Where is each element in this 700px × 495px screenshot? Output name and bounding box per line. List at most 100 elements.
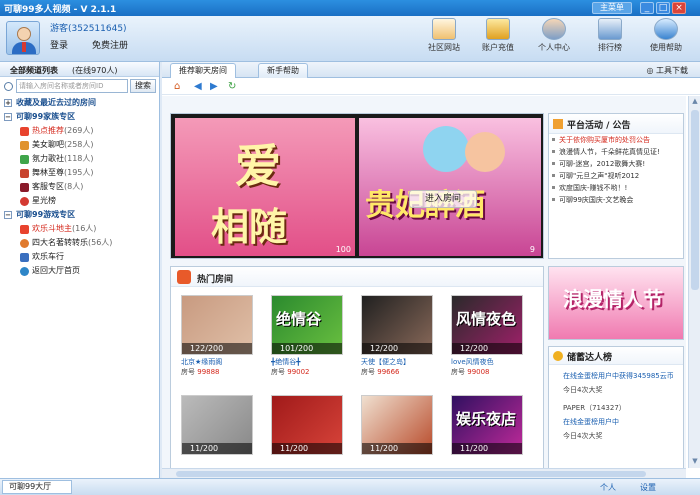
room-name[interactable]: love风情夜色 xyxy=(451,357,527,367)
channel-item[interactable]: 美女聊吧(258人) xyxy=(0,138,160,152)
recharge-button[interactable]: 账户充值 xyxy=(474,18,522,60)
refresh-icon[interactable]: ↻ xyxy=(228,81,236,92)
back-icon[interactable]: ◀ xyxy=(194,81,202,92)
room-thumbnail[interactable]: 11/200 xyxy=(271,395,343,455)
room-thumbnail-text: 风情夜色 xyxy=(456,310,517,328)
room-card[interactable]: 11/200 xyxy=(361,395,437,455)
banner-1-count: 100 xyxy=(335,245,351,254)
leaderboard-button[interactable]: 排行榜 xyxy=(586,18,634,60)
maximize-button[interactable]: □ xyxy=(656,2,670,14)
room-number-value: 99002 xyxy=(287,368,310,376)
chart-icon xyxy=(598,18,622,40)
notice-item[interactable]: 可聊-迷宫，2012歌舞大赛! xyxy=(549,158,683,170)
settings-link[interactable]: 设置 xyxy=(640,482,656,493)
rank-line[interactable]: 在线金蛋榜用户中获得345985云币 xyxy=(563,371,674,381)
search-input[interactable]: 请输入房间名称或者房间ID xyxy=(16,79,128,93)
rank-line: 今日4次大奖 xyxy=(563,432,603,440)
banner-room-1[interactable]: 爱 相随 100 xyxy=(175,118,355,256)
banner-room-2[interactable]: 贵妃醉酒 进入房间 9 xyxy=(359,118,541,256)
minimize-button[interactable]: _ xyxy=(640,2,654,14)
banner-2-count: 9 xyxy=(529,245,535,254)
room-card[interactable]: 122/200 北京★缘雨阁 房号 99888 xyxy=(181,295,257,377)
section-family[interactable]: − 可聊99家族专区 xyxy=(0,110,160,124)
notice-item[interactable]: 浪漫情人节，千朵鲜花真情见证! xyxy=(549,146,683,158)
room-thumbnail[interactable]: 11/200 xyxy=(361,395,433,455)
room-thumbnail[interactable]: 娱乐夜店 11/200 xyxy=(451,395,523,455)
header: 游客(352511645) 登录 免费注册 社区网站 账户充值 个人中心 排行榜… xyxy=(0,16,700,62)
scroll-thumb[interactable] xyxy=(176,471,646,477)
scroll-up-icon[interactable]: ▲ xyxy=(690,97,700,107)
room-thumbnail[interactable]: 绝情谷 101/200 xyxy=(271,295,343,355)
tab-all-channels[interactable]: 全部频道列表 xyxy=(10,65,58,76)
room-number-label: 房号 xyxy=(181,368,195,376)
valentine-ad[interactable]: 浪漫情人节 xyxy=(548,266,684,340)
channel-item[interactable]: 四大名著转转乐(56人) xyxy=(0,236,160,250)
collapse-icon[interactable]: − xyxy=(4,113,12,121)
personal-link[interactable]: 个人 xyxy=(600,482,616,493)
collapse-icon[interactable]: − xyxy=(4,211,12,219)
room-name[interactable]: ╋绝情谷╋ xyxy=(271,357,347,367)
horizontal-scrollbar[interactable] xyxy=(162,468,686,478)
search-button[interactable]: 搜索 xyxy=(130,79,156,93)
banner-1-title-2: 相随 xyxy=(211,204,288,249)
register-link[interactable]: 免费注册 xyxy=(92,38,128,51)
room-card[interactable]: 娱乐夜店 11/200 xyxy=(451,395,527,455)
room-thumbnail[interactable]: 风情夜色 12/200 xyxy=(451,295,523,355)
channel-item[interactable]: 客服专区(8人) xyxy=(0,180,160,194)
close-button[interactable]: × xyxy=(672,2,686,14)
tab-newbie-help[interactable]: 新手帮助 xyxy=(258,63,308,78)
room-name[interactable]: 北京★缘雨阁 xyxy=(181,357,257,367)
room-name[interactable]: 天使【便之岛】 xyxy=(361,357,437,367)
home-icon xyxy=(432,18,456,40)
personal-center-button[interactable]: 个人中心 xyxy=(530,18,578,60)
community-website-button[interactable]: 社区网站 xyxy=(420,18,468,60)
room-thumbnail[interactable]: 122/200 xyxy=(181,295,253,355)
room-card[interactable]: 11/200 xyxy=(271,395,347,455)
channel-item[interactable]: 热点推荐(269人) xyxy=(0,124,160,138)
room-card[interactable]: 绝情谷 101/200 ╋绝情谷╋ 房号 99002 xyxy=(271,295,347,377)
channel-label: 热点推荐 xyxy=(32,126,64,135)
scroll-down-icon[interactable]: ▼ xyxy=(690,457,700,467)
notice-item[interactable]: 可聊"元旦之声"视听2012 xyxy=(549,170,683,182)
main-menu-button[interactable]: 主菜单 xyxy=(592,2,632,14)
home-icon[interactable]: ⌂ xyxy=(174,81,180,92)
channel-item[interactable]: 星光榜 xyxy=(0,194,160,208)
room-card[interactable]: 风情夜色 12/200 love风情夜色 房号 99008 xyxy=(451,295,527,377)
tab-recommended-rooms[interactable]: 推荐聊天房间 xyxy=(170,63,236,78)
expand-icon[interactable]: + xyxy=(4,99,12,107)
help-button[interactable]: 使用帮助 xyxy=(642,18,690,60)
channel-item[interactable]: 欢乐斗地主(16人) xyxy=(0,222,160,236)
channel-item[interactable]: 舞林至尊(195人) xyxy=(0,166,160,180)
notice-item[interactable]: 关于依你购买厦市的处罚公告 xyxy=(549,134,683,146)
rank-line[interactable]: 在线金蛋榜用户中 xyxy=(563,417,619,427)
notice-item[interactable]: 欢度国庆-赚钱不哟！! xyxy=(549,182,683,194)
scroll-thumb[interactable] xyxy=(691,110,699,290)
login-link[interactable]: 登录 xyxy=(50,38,68,51)
room-thumbnail-text: 娱乐夜店 xyxy=(456,410,517,428)
enter-room-button[interactable]: 进入房间 xyxy=(409,190,477,208)
channel-count: (195人) xyxy=(64,168,94,177)
main-panel: 推荐聊天房间 新手帮助 ◎ 工具下载 ⌂ ◀ ▶ ↻ 爱 相随 100 贵妃醉酒… xyxy=(162,62,700,478)
channel-item[interactable]: 氛力歌社(118人) xyxy=(0,152,160,166)
banner-carousel: 爱 相随 100 贵妃醉酒 进入房间 9 xyxy=(170,113,544,259)
channel-label: 星光榜 xyxy=(32,196,56,205)
lobby-tab[interactable]: 可聊99大厅 xyxy=(2,480,72,494)
content-area: 爱 相随 100 贵妃醉酒 进入房间 9 热门房间 122/200 北京★缘雨阁房… xyxy=(162,96,686,468)
tools-download-link[interactable]: ◎ 工具下载 xyxy=(646,65,688,76)
vertical-scrollbar[interactable]: ▲ ▼ xyxy=(688,96,700,468)
forward-icon[interactable]: ▶ xyxy=(210,81,218,92)
notice-item[interactable]: 可聊99庆国庆-文艺晚会 xyxy=(549,194,683,206)
channel-item[interactable]: 欢乐车行 xyxy=(0,250,160,264)
room-card[interactable]: 12/200 天使【便之岛】 房号 99666 xyxy=(361,295,437,377)
avatar[interactable] xyxy=(6,21,40,55)
section-games[interactable]: − 可聊99游戏专区 xyxy=(0,208,160,222)
room-thumbnail[interactable]: 11/200 xyxy=(181,395,253,455)
room-card[interactable]: 11/200 xyxy=(181,395,257,455)
room-occupancy: 122/200 xyxy=(182,343,252,354)
room-number: 房号 99008 xyxy=(451,367,527,377)
section-favorites[interactable]: + 收藏及最近去过的房间 xyxy=(0,96,160,110)
room-thumbnail[interactable]: 12/200 xyxy=(361,295,433,355)
channel-item[interactable]: 返回大厅首页 xyxy=(0,264,160,278)
notice-title: 平台活动 / 公告 xyxy=(567,121,631,131)
room-number-label: 房号 xyxy=(271,368,285,376)
